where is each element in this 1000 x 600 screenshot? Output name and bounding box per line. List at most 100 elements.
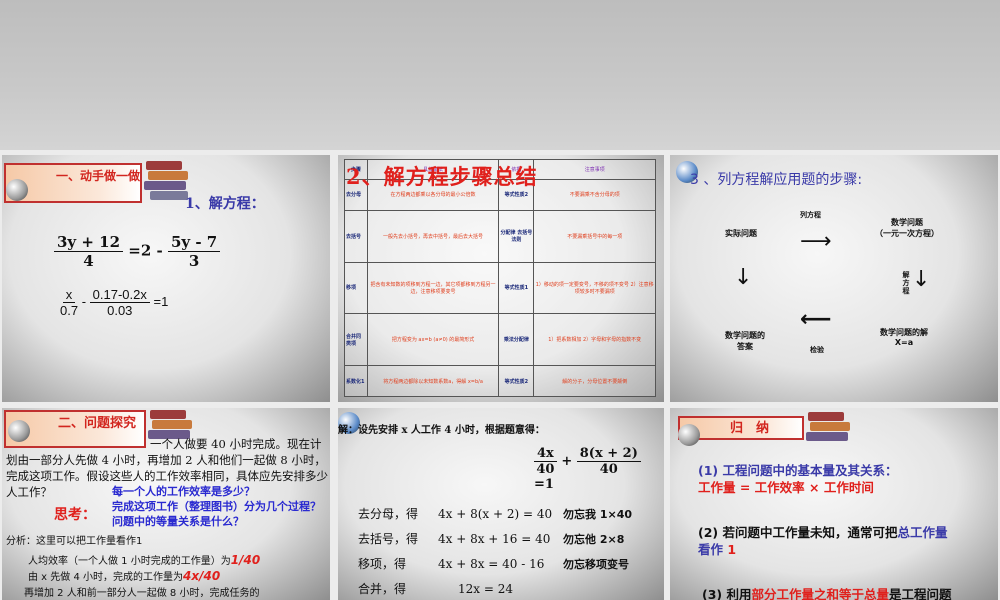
highlight: 总工作量 [897, 525, 948, 540]
step-note: 勿忘移项变号 [563, 558, 629, 571]
slide-thumbnail-2[interactable]: 步骤 具体做法 依据 注意事项 去分母 在方程两边都乘以各分母的最小公倍数 等式性质2 不要… [338, 155, 664, 402]
slide-thumbnail-3[interactable]: 3 、列方程解应用题的步骤: 实际问题 数学问题 （一元一次方程） 数学问题的解 X… [670, 155, 998, 402]
line-text: 人均效率（一个人做 1 小时完成的工作量）为 [28, 556, 231, 567]
step-label: 合并，得 [358, 582, 407, 596]
point-text: (1) 工程问题中的基本量及其关系： [698, 463, 898, 478]
analysis-line: 再增加 2 人和前一部分人一起做 8 小时，完成任务的 [24, 588, 260, 599]
node-sublabel: 答案 [737, 342, 753, 351]
arrow-down-icon: ↓ [912, 267, 931, 292]
step-label: 移项，得 [358, 557, 407, 571]
highlight: 部分工作量之和等于总量 [751, 587, 889, 600]
globe-icon [6, 179, 28, 201]
slide-thumbnail-6[interactable]: 归 纳 (1) 工程问题中的基本量及其关系： 工作量 = 工作效率 × 工作时间 … [670, 408, 998, 600]
think-label: 思考： [54, 507, 96, 523]
numerator: 3y + 12 [54, 233, 124, 252]
equation-2: x 0.7 - 0.17-0.2x 0.03 =1 [60, 287, 168, 318]
node-math-problem: 数学问题 （一元一次方程） [875, 217, 939, 239]
table-row: 去括号 一般先去小括号，再去中括号，最后去大括号 分配律 去括号法则 不要漏乘括号中的… [344, 209, 656, 263]
node-label: 数学问题 [891, 218, 923, 227]
node-answer: 数学问题的 答案 [725, 330, 765, 352]
table-cell: 把方程变为 ax=b (a≠0) 的最简形式 [366, 313, 500, 367]
denominator: 0.7 [60, 303, 79, 318]
globe-icon [678, 424, 700, 446]
table-row: 移项 把含有未知数的项移到方程一边，其它项都移到方程另一边，注意移项要变号 等式性质… [344, 261, 656, 315]
question: 每一个人的工作效率是多少？ [112, 485, 255, 498]
numerator: 8(x + 2) [576, 446, 641, 462]
analysis-text: 分析：这里可以把工作量看作1 [6, 536, 143, 547]
table-cell: 合并同类项 [344, 313, 368, 367]
analysis-line: 人均效率（一个人做 1 小时完成的工作量）为1/40 [28, 552, 260, 567]
numerator: 4x [534, 446, 557, 462]
step-note: 勿忘我 1×40 [563, 508, 633, 521]
arrow-down-icon: ↓ [734, 265, 753, 290]
table-cell: 移项 [344, 261, 368, 315]
line-value: 4x/40 [183, 569, 221, 583]
numerator: 5y - 7 [167, 233, 221, 252]
table-row: 合并同类项 把方程变为 ax=b (a≠0) 的最简形式 乘法分配律 1）把系数相加 … [344, 313, 656, 367]
operator: + [561, 454, 573, 469]
table-cell: 1）移动的项一定要变号，不移的项不变号 2）注意移项较多时不要漏项 [533, 261, 656, 315]
table-cell: 1）把系数相加 2）字母和字母的指数不变 [533, 313, 656, 367]
line-text: 由 x 先做 4 小时，完成的工作量为 [28, 572, 183, 583]
node-label: 数学问题的 [725, 331, 765, 340]
top-gray-band [0, 0, 1000, 150]
table-cell: 等式性质2 [498, 365, 535, 397]
point-2: (2) 若问题中工作量未知，通常可把总工作量 看作 1 [698, 524, 988, 558]
slide-thumbnail-5[interactable]: 解：设先安排 x 人工作 4 小时，根据题意得： 4x 40 + 8(x + 2)… [338, 408, 664, 600]
rhs: =1 [153, 293, 169, 309]
step-expression: 4x + 8x = 40 - 16 [438, 557, 545, 571]
point-text: 是工程问题 [889, 587, 952, 600]
slide-title: 3 、列方程解应用题的步骤: [690, 172, 863, 188]
denominator: 0.03 [107, 303, 133, 318]
equation-1: 3y + 12 4 =2 - 5y - 73 [54, 233, 221, 270]
table-cell: 不要漏乘不含分母的项 [533, 179, 656, 211]
node-sublabel: X=a [894, 338, 914, 347]
table-cell: 不要漏乘括号中的每一项 [533, 209, 656, 263]
solution-intro: 解：设先安排 x 人工作 4 小时，根据题意得： [338, 425, 545, 436]
table-cell: 将方程两边都除以未知数系数a，得解 x=b/a [366, 365, 500, 397]
denominator: 3 [188, 252, 200, 270]
step-expression: 12x = 24 [458, 582, 513, 596]
slide-thumbnail-4[interactable]: 二、问题探究 一个人做要 40 小时完成。现在计划由一部分人先做 4 小时，再增… [2, 408, 330, 600]
slide-title: 2、解方程步骤总结 [346, 164, 538, 189]
main-equation: 4x 40 + 8(x + 2) 40 =1 [534, 446, 664, 492]
step-label: 去分母，得 [358, 507, 419, 521]
formula: 工作量 = 工作效率 × 工作时间 [698, 480, 874, 495]
step-expression: 4x + 8x + 16 = 40 [438, 532, 551, 546]
table-cell: 等式性质1 [498, 261, 535, 315]
edge-label-check: 检验 [810, 346, 824, 354]
node-sublabel: （一元一次方程） [875, 229, 939, 238]
steps-table: 步骤 具体做法 依据 注意事项 去分母 在方程两边都乘以各分母的最小公倍数 等式性质2 不要… [344, 159, 656, 397]
step-expression: 4x + 8(x + 2) = 40 [438, 507, 553, 521]
edge-label-list: 列方程 [800, 211, 821, 219]
numerator: x [62, 287, 76, 303]
table-cell: 把含有未知数的项移到方程一边，其它项都移到方程另一边，注意移项要变号 [366, 261, 500, 315]
question: 问题中的等量关系是什么？ [112, 515, 244, 528]
denominator: 40 [599, 462, 618, 477]
table-row: 系数化1 将方程两边都除以未知数系数a，得解 x=b/a 等式性质2 解的分子，分母位… [344, 365, 656, 397]
point-text: (2) 若问题中工作量未知，通常可把 [698, 525, 898, 540]
point-3: (3) 利用部分工作量之和等于总量是工程问题 [702, 584, 952, 600]
node-actual-problem: 实际问题 [725, 229, 757, 238]
node-label: 数学问题的解 [880, 328, 928, 337]
slide-thumbnail-1[interactable]: 一、动手做一做 1、解方程： 3y + 12 4 =2 - 5y - 73 x 0.… [2, 155, 330, 402]
line-value: 1/40 [230, 553, 261, 567]
operator: - [81, 293, 87, 309]
point-text: (3) 利用 [702, 587, 752, 600]
highlight: 1 [727, 542, 737, 557]
table-cell: 解的分子，分母位置不要颠倒 [533, 365, 656, 397]
step-row: 去分母，得 4x + 8(x + 2) = 40 勿忘我 1×40 [358, 502, 632, 527]
table-cell: 系数化1 [344, 365, 368, 397]
denominator: 4 [83, 252, 94, 270]
analysis-line: 由 x 先做 4 小时，完成的工作量为4x/40 [28, 568, 220, 583]
table-cell: 去括号 [344, 209, 368, 263]
step-row: 合并，得 12x = 24 [358, 577, 632, 600]
step-row: 去括号，得 4x + 8x + 16 = 40 勿忘他 2×8 [358, 527, 632, 552]
subtitle: 1、解方程： [185, 196, 265, 212]
arrow-right-icon: ⟶ [800, 229, 832, 254]
rhs: =1 [534, 477, 554, 492]
denominator: 40 [536, 462, 555, 477]
step-note: 勿忘他 2×8 [563, 533, 625, 546]
table-header: 注意事项 [533, 159, 656, 180]
table-cell: 乘法分配律 [498, 313, 535, 367]
